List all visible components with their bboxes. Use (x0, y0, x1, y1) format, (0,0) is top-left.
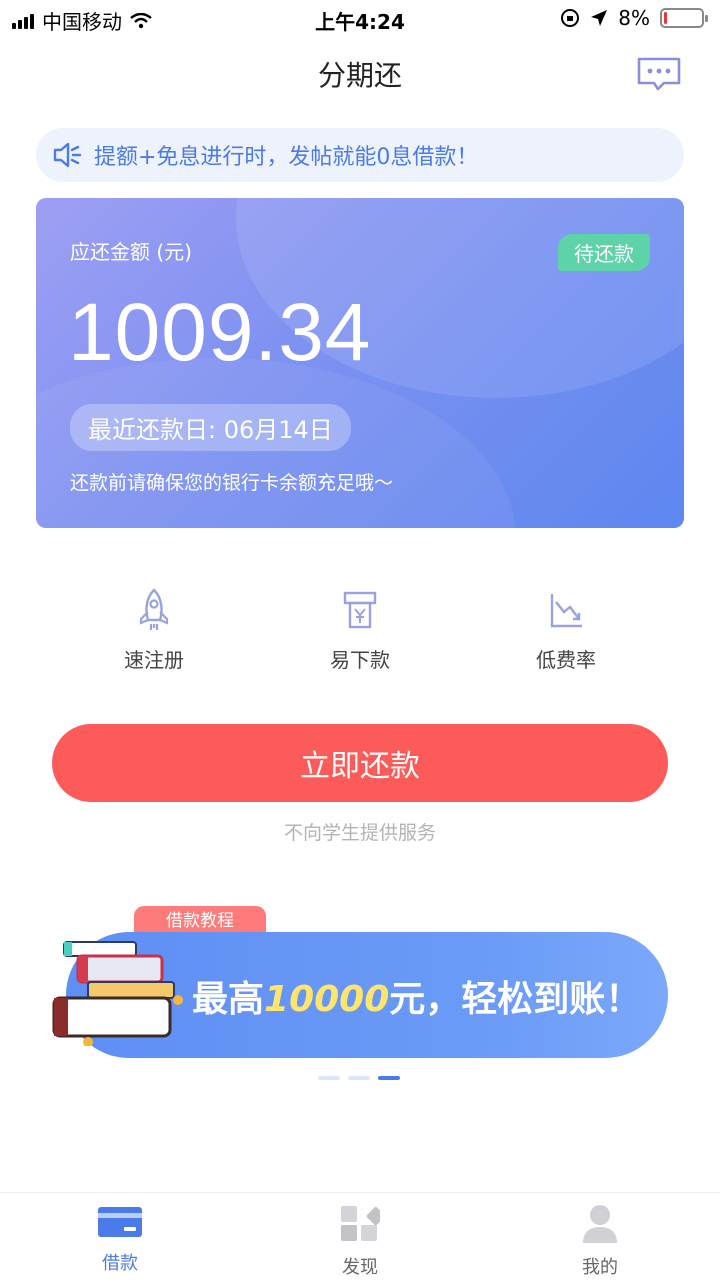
pager-dot (348, 1076, 370, 1080)
tab-loan[interactable]: 借款 (60, 1203, 180, 1275)
page-title: 分期还 (317, 59, 402, 92)
rocket-icon (139, 588, 169, 630)
card-tip: 还款前请确保您的银行卡余额充足哦～ (70, 472, 394, 494)
amount-label: 应还金额 (元) (70, 240, 192, 264)
banner-text: 最高10000元，轻松到账！ (192, 970, 641, 1022)
tab-label: 我的 (582, 1257, 618, 1278)
banner-text-suffix: 元，轻松到账！ (389, 979, 642, 1020)
user-icon (583, 1205, 617, 1243)
discover-icon (341, 1206, 380, 1241)
feature-quick-register: 速注册 (74, 588, 234, 673)
amount-due: 1009.34 (68, 287, 372, 378)
status-bar: 中国移动 上午4:24 8% (0, 0, 720, 40)
battery-icon (660, 8, 708, 28)
disclaimer-text: 不向学生提供服务 (283, 822, 436, 844)
status-badge: 待还款 (558, 234, 650, 271)
banner-amount: 10000 (264, 979, 390, 1020)
message-icon[interactable] (636, 56, 682, 92)
pager-dot (378, 1076, 400, 1080)
feature-easy-loan: 易下款 (280, 588, 440, 673)
battery-level (664, 12, 667, 24)
tab-label: 发现 (342, 1257, 378, 1278)
location-arrow-icon (591, 10, 608, 26)
feature-label: 速注册 (124, 648, 184, 672)
due-date: 最近还款日: 06月14日 (70, 404, 351, 451)
banner-text-prefix: 最高 (192, 979, 265, 1020)
notice-text: 提额+免息进行时，发帖就能0息借款！ (94, 145, 479, 170)
battery-percent: 8% (618, 6, 650, 30)
tab-mine[interactable]: 我的 (540, 1203, 660, 1279)
tab-label: 借款 (102, 1253, 138, 1274)
tab-discover[interactable]: 发现 (300, 1203, 420, 1279)
pager-dot (318, 1076, 340, 1080)
banner-pager (318, 1076, 400, 1080)
books-illustration (52, 941, 183, 1046)
card-icon (98, 1207, 142, 1237)
feature-label: 低费率 (536, 648, 596, 672)
repay-now-button[interactable]: 立即还款 (52, 724, 668, 802)
cash-machine-icon (343, 591, 377, 629)
repayment-card: 应还金额 (元) 待还款 1009.34 最近还款日: 06月14日 还款前请确… (36, 198, 684, 528)
rotation-lock-icon (561, 9, 580, 27)
feature-low-rate: 低费率 (486, 588, 646, 673)
notice-bar[interactable]: 提额+免息进行时，发帖就能0息借款！ (36, 128, 684, 182)
feature-label: 易下款 (330, 648, 390, 672)
feature-list: 速注册 易下款 低费率 (0, 588, 720, 688)
speaker-icon (53, 142, 82, 168)
status-right: 8% (560, 6, 708, 30)
tab-bar: 借款 发现 我的 (0, 1192, 720, 1280)
chart-down-icon (550, 594, 582, 628)
